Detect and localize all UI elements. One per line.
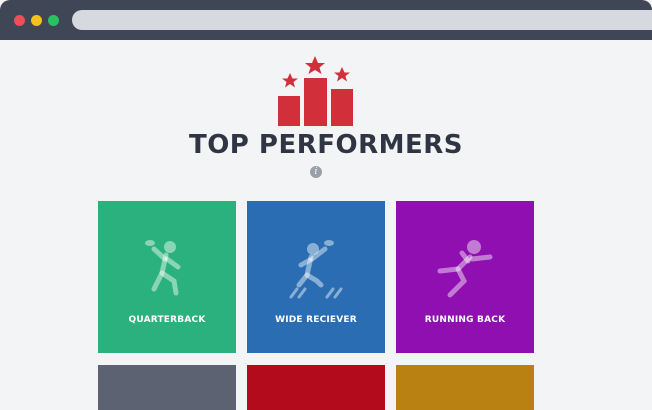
minimize-window-button[interactable] — [31, 15, 42, 26]
running-back-icon — [430, 235, 500, 305]
quarterback-icon — [132, 235, 202, 305]
tile-6[interactable] — [396, 365, 534, 410]
tile-5[interactable] — [247, 365, 385, 410]
info-icon[interactable]: i — [310, 166, 322, 178]
tile-label: WIDE RECIEVER — [275, 315, 357, 325]
tile-label: QUARTERBACK — [128, 315, 206, 325]
page-title: TOP PERFORMERS — [188, 130, 464, 160]
wide-receiver-icon — [281, 235, 351, 305]
browser-titlebar — [0, 0, 652, 40]
browser-window: TOP PERFORMERS i QUARTERBACK WIDE RECIEV… — [0, 0, 652, 410]
tile-wide-receiver[interactable]: WIDE RECIEVER — [247, 201, 385, 353]
tile-quarterback[interactable]: QUARTERBACK — [98, 201, 236, 353]
close-window-button[interactable] — [14, 15, 25, 26]
maximize-window-button[interactable] — [48, 15, 59, 26]
tile-4[interactable] — [98, 365, 236, 410]
tile-label: RUNNING BACK — [424, 315, 506, 325]
podium-stars-icon — [276, 56, 356, 130]
address-bar[interactable] — [72, 10, 652, 30]
tile-running-back[interactable]: RUNNING BACK — [396, 201, 534, 353]
